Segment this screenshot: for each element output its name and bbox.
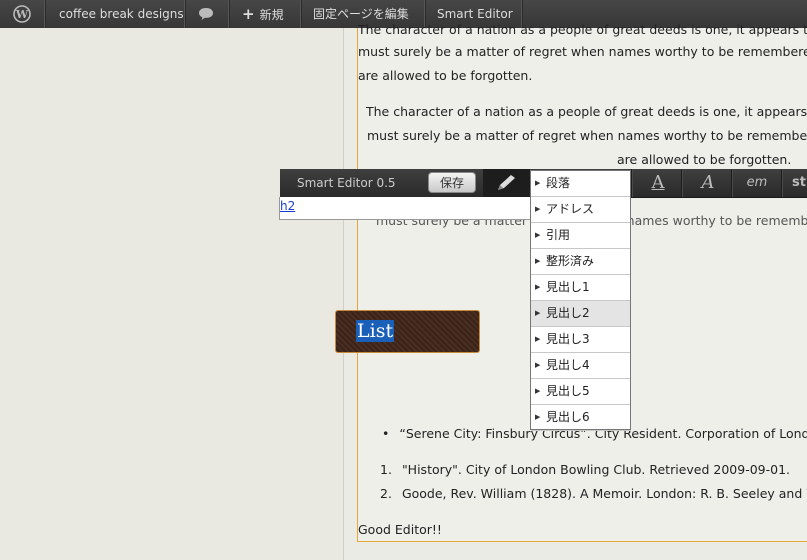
plus-icon: + bbox=[242, 5, 255, 23]
triangle-right-icon: ▶ bbox=[535, 387, 541, 395]
svg-text:W: W bbox=[15, 8, 29, 21]
toolbar-divider bbox=[781, 169, 783, 197]
dropdown-option[interactable]: ▶ 整形済み bbox=[531, 249, 630, 275]
dropdown-option[interactable]: ▶ 見出し1 bbox=[531, 275, 630, 301]
list-number: 1. bbox=[380, 462, 392, 477]
strong-button[interactable]: st bbox=[792, 169, 807, 197]
ordered-list-item: 1. "History". City of London Bowling Club… bbox=[380, 462, 790, 477]
editable-region-border bbox=[357, 28, 358, 542]
font-color-icon[interactable]: A bbox=[647, 169, 669, 197]
dropdown-option-label: 見出し5 bbox=[546, 384, 590, 398]
list-heading-block[interactable]: List bbox=[335, 310, 480, 353]
good-editor-text: Good Editor!! bbox=[358, 522, 442, 537]
paragraph-line: The character of a nation as a people of… bbox=[358, 22, 807, 37]
element-path-bar: h2 bbox=[279, 197, 533, 220]
em-button[interactable]: em bbox=[742, 169, 772, 197]
wordpress-logo-icon[interactable]: W bbox=[0, 0, 44, 28]
list-item-text: Goode, Rev. William (1828). A Memoir. Lo… bbox=[401, 486, 807, 501]
dropdown-option[interactable]: ▶ 段落 bbox=[531, 171, 630, 197]
bullet-icon: • bbox=[382, 426, 390, 441]
triangle-right-icon: ▶ bbox=[535, 283, 541, 291]
comments-icon[interactable] bbox=[192, 0, 220, 28]
dropdown-option[interactable]: ▶ 見出し2 bbox=[531, 301, 630, 327]
save-button[interactable]: 保存 bbox=[428, 172, 476, 193]
paragraph-line: are allowed to be forgotten. bbox=[617, 152, 792, 167]
list-number: 2. bbox=[380, 486, 392, 501]
dropdown-option[interactable]: ▶ アドレス bbox=[531, 197, 630, 223]
triangle-right-icon: ▶ bbox=[535, 361, 541, 369]
toolbar-title: Smart Editor 0.5 bbox=[297, 176, 396, 190]
toolbar-divider bbox=[731, 169, 733, 197]
admin-bar-divider bbox=[300, 0, 302, 28]
toolbar-divider bbox=[631, 169, 633, 197]
dropdown-option-label: 見出し2 bbox=[546, 306, 590, 320]
block-format-dropdown[interactable]: ▶ 段落 ▶ アドレス ▶ 引用 ▶ 整形済み ▶ 見出し1 ▶ 見出し2 ▶ 見出し3 ▶ 見出し4 ▶ 見出し… bbox=[530, 170, 631, 431]
dropdown-option[interactable]: ▶ 見出し4 bbox=[531, 353, 630, 379]
triangle-right-icon: ▶ bbox=[535, 231, 541, 239]
list-item-text: "History". City of London Bowling Club. … bbox=[401, 462, 790, 477]
new-content-label: 新規 bbox=[259, 8, 284, 22]
format-block-button[interactable] bbox=[483, 169, 529, 197]
triangle-right-icon: ▶ bbox=[535, 413, 541, 421]
admin-bar-divider bbox=[184, 0, 186, 28]
site-name-link[interactable]: coffee break designs bbox=[59, 0, 184, 28]
triangle-right-icon: ▶ bbox=[535, 257, 541, 265]
dropdown-option-label: 段落 bbox=[546, 176, 571, 190]
triangle-right-icon: ▶ bbox=[535, 309, 541, 317]
editable-region-border bbox=[357, 541, 807, 542]
dropdown-option-label: アドレス bbox=[546, 202, 595, 216]
ordered-list-item: 2. Goode, Rev. William (1828). A Memoir. … bbox=[380, 486, 807, 501]
dropdown-option-label: 見出し1 bbox=[546, 280, 590, 294]
selected-heading-text[interactable]: List bbox=[356, 320, 395, 342]
new-content-button[interactable]: + 新規 bbox=[242, 0, 284, 28]
element-path-link[interactable]: h2 bbox=[280, 199, 295, 213]
dropdown-option[interactable]: ▶ 見出し6 bbox=[531, 405, 630, 431]
pen-icon bbox=[498, 175, 515, 190]
left-column bbox=[0, 28, 343, 560]
dropdown-option-label: 見出し6 bbox=[546, 410, 590, 424]
triangle-right-icon: ▶ bbox=[535, 179, 541, 187]
dropdown-option[interactable]: ▶ 見出し5 bbox=[531, 379, 630, 405]
triangle-right-icon: ▶ bbox=[535, 205, 541, 213]
italic-icon[interactable]: A bbox=[697, 169, 719, 197]
dropdown-option-label: 引用 bbox=[546, 228, 571, 242]
paragraph-line: must surely be a matter of regret when n… bbox=[358, 44, 807, 59]
column-divider bbox=[343, 28, 344, 560]
paragraph-line: The character of a nation as a people of… bbox=[366, 104, 807, 119]
toolbar-divider bbox=[681, 169, 683, 197]
dropdown-option-label: 見出し4 bbox=[546, 358, 590, 372]
dropdown-option-label: 整形済み bbox=[546, 254, 595, 268]
paragraph-line: are allowed to be forgotten. bbox=[358, 68, 533, 83]
admin-bar-divider bbox=[228, 0, 230, 28]
paragraph-line: must surely be a matter of regret when n… bbox=[367, 128, 807, 143]
admin-bar-divider bbox=[44, 0, 46, 28]
dropdown-option-label: 見出し3 bbox=[546, 332, 590, 346]
dropdown-option[interactable]: ▶ 見出し3 bbox=[531, 327, 630, 353]
dropdown-option[interactable]: ▶ 引用 bbox=[531, 223, 630, 249]
triangle-right-icon: ▶ bbox=[535, 335, 541, 343]
